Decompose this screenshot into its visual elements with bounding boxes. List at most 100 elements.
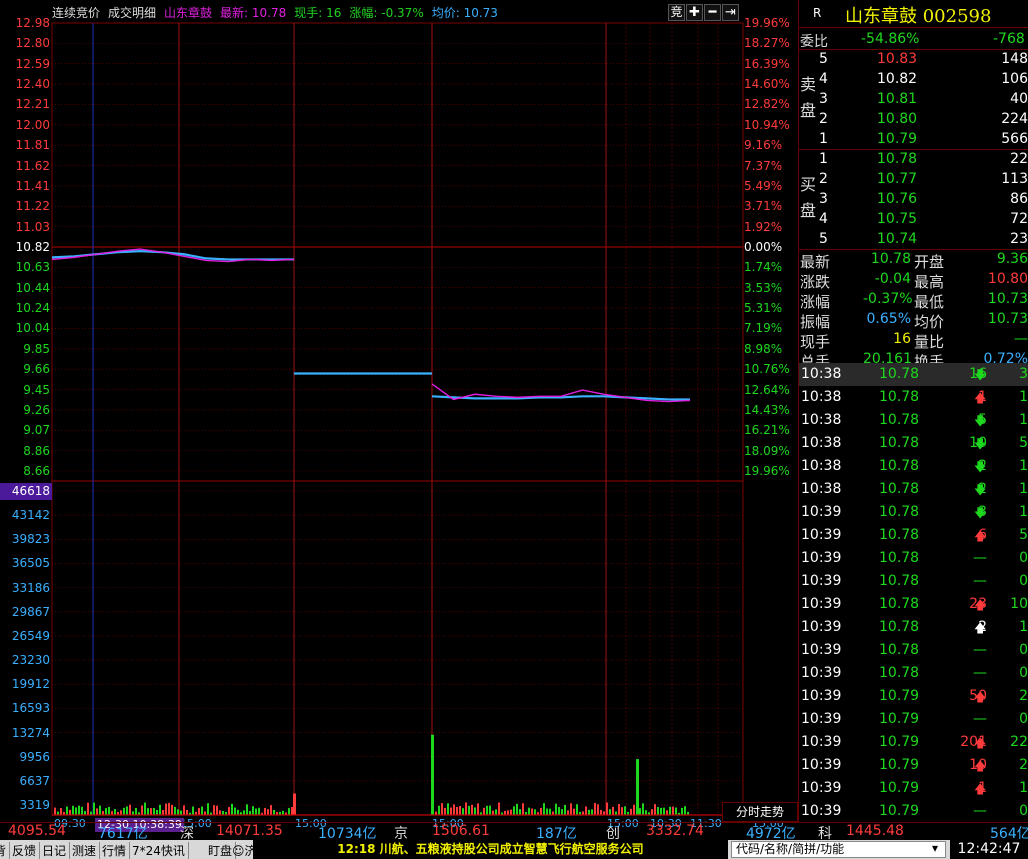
volume-bar	[150, 808, 152, 815]
status-tab[interactable]: 行情	[102, 842, 131, 859]
tick-row[interactable]: 10:39 10.79 201 🡅 22	[799, 731, 1028, 754]
index-value[interactable]: 4095.54	[8, 823, 66, 839]
volume-bar	[591, 809, 593, 815]
tick-row[interactable]: 10:39 10.78 23 🡅 10	[799, 593, 1028, 616]
volume-bar	[447, 803, 449, 815]
percent-tick-label: 5.49%	[744, 178, 783, 193]
intraday-chart[interactable]: 连续竞价 成交明细 山东章鼓 最新: 10.78 现手: 16 涨幅: -0.3…	[0, 0, 798, 832]
tab-trade-detail[interactable]: 成交明细	[108, 4, 156, 21]
volume-bar	[93, 802, 95, 815]
volume-bar	[66, 806, 68, 815]
volume-bar	[534, 809, 536, 815]
order-book-row[interactable]: 2 10.80 224	[799, 110, 1028, 130]
tick-time: 10:38	[801, 412, 842, 428]
volume-bar	[600, 809, 602, 815]
tick-row[interactable]: 10:39 10.79 — 0	[799, 800, 1028, 823]
status-tab[interactable]: 日记	[42, 842, 71, 859]
percent-tick-label: 19.96%	[744, 464, 790, 478]
tick-row[interactable]: 10:39 10.78 — 0	[799, 639, 1028, 662]
index-value[interactable]: 3332.74	[646, 823, 704, 839]
news-ticker[interactable]: 12:18 川航、五粮液持股公司成立智慧飞行航空服务公司	[253, 840, 728, 859]
order-price: 10.79	[877, 131, 918, 147]
tick-count: 0	[1019, 665, 1028, 681]
tick-time: 10:39	[801, 711, 842, 727]
intraday-trend-tag[interactable]: 分时走势	[722, 802, 798, 822]
volume-bar	[462, 808, 464, 815]
price-tick-label: 11.03	[15, 219, 50, 234]
volume-bar	[288, 808, 290, 815]
order-book-row[interactable]: 4 10.82 106	[799, 70, 1028, 90]
stat-value: 10.73	[987, 291, 1028, 307]
volume-bar	[219, 810, 221, 815]
tick-row[interactable]: 10:38 10.78 10 🡇 5	[799, 432, 1028, 455]
percent-tick-label: 19.96%	[744, 16, 790, 30]
volume-bar	[684, 806, 686, 815]
tick-row[interactable]: 10:39 10.78 — 0	[799, 570, 1028, 593]
order-volume: 148	[1001, 51, 1028, 67]
tab-continuous-auction[interactable]: 连续竞价	[52, 4, 100, 21]
code-search-input[interactable]: 代码/名称/简拼/功能	[731, 841, 946, 858]
volume-bar	[237, 809, 239, 815]
arrow-up-icon: 🡅	[974, 598, 987, 612]
status-bar: 背反馈 日记 测速 行情 7*24快讯 盯盘 ☺济 12:18 川航、五粮液持股公司成立智…	[0, 840, 1028, 859]
bid-toggle-button[interactable]: 竞	[668, 4, 685, 21]
volume-bar	[54, 807, 56, 815]
order-book-row[interactable]: 3 10.76 86	[799, 190, 1028, 210]
tick-row[interactable]: 10:38 10.78 5 🡇 1	[799, 409, 1028, 432]
volume-bar	[513, 806, 515, 815]
volume-bar	[174, 806, 176, 815]
tick-row[interactable]: 10:39 10.78 6 🡅 5	[799, 524, 1028, 547]
stat-value: 10.73	[987, 311, 1028, 327]
tick-row[interactable]: 10:39 10.79 50 🡅 2	[799, 685, 1028, 708]
tick-row[interactable]: 10:38 10.78 1 🡅 1	[799, 386, 1028, 409]
zoom-out-button[interactable]: ━	[704, 4, 721, 21]
tick-count: 1	[1019, 619, 1028, 635]
zoom-in-button[interactable]: ✚	[686, 4, 703, 21]
order-book-row[interactable]: 2 10.77 113	[799, 170, 1028, 190]
index-value[interactable]: 1506.61	[432, 823, 490, 839]
order-book-row[interactable]: 3 10.81 40	[799, 90, 1028, 110]
tick-price: 10.78	[879, 619, 920, 635]
level: 2	[819, 111, 828, 127]
volume-tick-label: 43142	[11, 508, 50, 523]
index-value[interactable]: 14071.35	[216, 823, 283, 839]
order-price: 10.82	[877, 71, 918, 87]
volume-bar	[438, 805, 440, 815]
volume-bar	[606, 802, 608, 815]
next-panel-button[interactable]: ⇥	[722, 4, 739, 21]
volume-bar	[621, 807, 623, 815]
tick-row[interactable]: 10:39 10.79 — 0	[799, 708, 1028, 731]
tick-price: 10.78	[879, 550, 920, 566]
tick-time: 10:38	[801, 389, 842, 405]
order-book-row[interactable]: 5 10.83 148	[799, 50, 1028, 70]
tick-count: 1	[1019, 504, 1028, 520]
tick-row[interactable]: 10:39 10.78 — 0	[799, 547, 1028, 570]
percent-tick-label: 12.82%	[744, 97, 790, 112]
status-tab[interactable]: 反馈	[12, 842, 41, 859]
tick-row[interactable]: 10:39 10.78 — 0	[799, 662, 1028, 685]
order-book-row[interactable]: 5 10.74 23	[799, 230, 1028, 250]
volume-bar	[264, 807, 266, 815]
tick-row[interactable]: 10:39 10.78 2 🡅 1	[799, 616, 1028, 639]
tick-row[interactable]: 10:38 10.78 2 🡇 1	[799, 455, 1028, 478]
chevron-down-icon[interactable]: ▾	[932, 841, 938, 855]
tick-row[interactable]: 10:39 10.79 10 🡅 2	[799, 754, 1028, 777]
order-book-row[interactable]: 1 10.79 566	[799, 130, 1028, 150]
price-tick-label: 12.40	[15, 77, 50, 92]
level: 4	[819, 71, 828, 87]
volume-bar	[81, 806, 83, 815]
order-book-row[interactable]: 4 10.75 72	[799, 210, 1028, 230]
tick-row[interactable]: 10:38 10.78 2 🡇 1	[799, 478, 1028, 501]
volume-bar	[519, 809, 521, 815]
status-tab[interactable]: 7*24快讯	[132, 842, 189, 859]
index-value[interactable]: 1445.48	[846, 823, 904, 839]
volume-bar	[201, 806, 203, 815]
volume-bar	[183, 805, 185, 815]
status-tab[interactable]: 背	[0, 842, 11, 859]
volume-bar	[105, 808, 107, 815]
tick-row[interactable]: 10:39 10.79 1 🡅 1	[799, 777, 1028, 800]
status-tab[interactable]: 测速	[72, 842, 101, 859]
tick-row[interactable]: 10:38 10.78 16 🡇 3	[799, 363, 1028, 386]
tick-row[interactable]: 10:39 10.78 3 🡇 1	[799, 501, 1028, 524]
order-book-row[interactable]: 1 10.78 22	[799, 150, 1028, 170]
